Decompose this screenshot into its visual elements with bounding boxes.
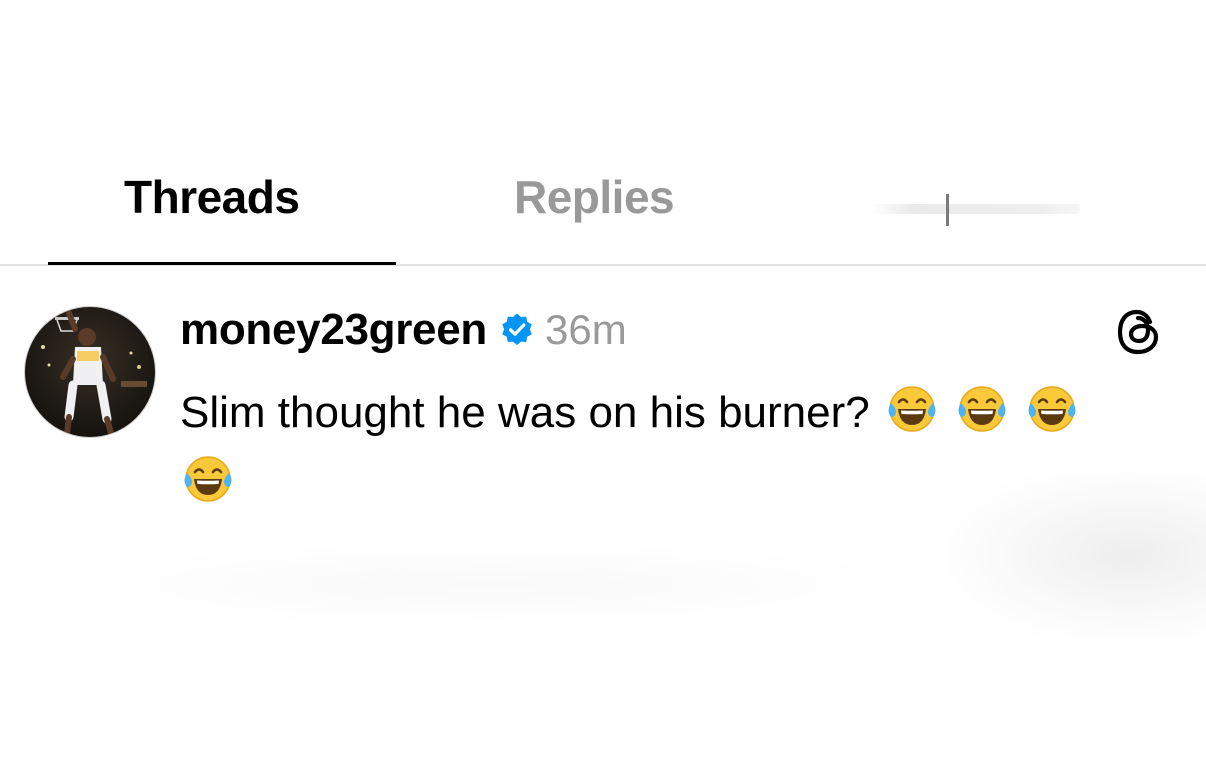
avatar[interactable] bbox=[24, 306, 156, 438]
tab-third-obscured[interactable] bbox=[870, 192, 1080, 228]
profile-tabs: Threads Replies bbox=[0, 150, 1206, 266]
tab-threads[interactable]: Threads bbox=[124, 170, 300, 224]
tears-of-joy-emoji bbox=[1024, 381, 1080, 437]
active-tab-indicator bbox=[48, 262, 396, 265]
tears-of-joy-emoji bbox=[884, 381, 940, 437]
post-text: Slim thought he was on his burner? bbox=[180, 378, 1140, 518]
post-text-content: Slim thought he was on his burner? bbox=[180, 388, 870, 437]
tears-of-joy-emoji bbox=[954, 381, 1010, 437]
post-header: money23green 36m bbox=[180, 300, 1170, 360]
background-blur-blob bbox=[40, 540, 940, 630]
threads-logo-icon[interactable] bbox=[1112, 304, 1168, 360]
thread-post[interactable]: money23green 36m Slim thought he was on … bbox=[180, 300, 1170, 518]
username[interactable]: money23green bbox=[180, 305, 487, 355]
avatar-photo bbox=[41, 310, 147, 436]
tab-replies[interactable]: Replies bbox=[514, 170, 675, 224]
tears-of-joy-emoji bbox=[180, 451, 236, 507]
text-cursor bbox=[946, 194, 949, 226]
post-timestamp: 36m bbox=[544, 306, 627, 353]
verified-badge-icon bbox=[499, 312, 535, 348]
tab-third-blur bbox=[870, 204, 1080, 214]
